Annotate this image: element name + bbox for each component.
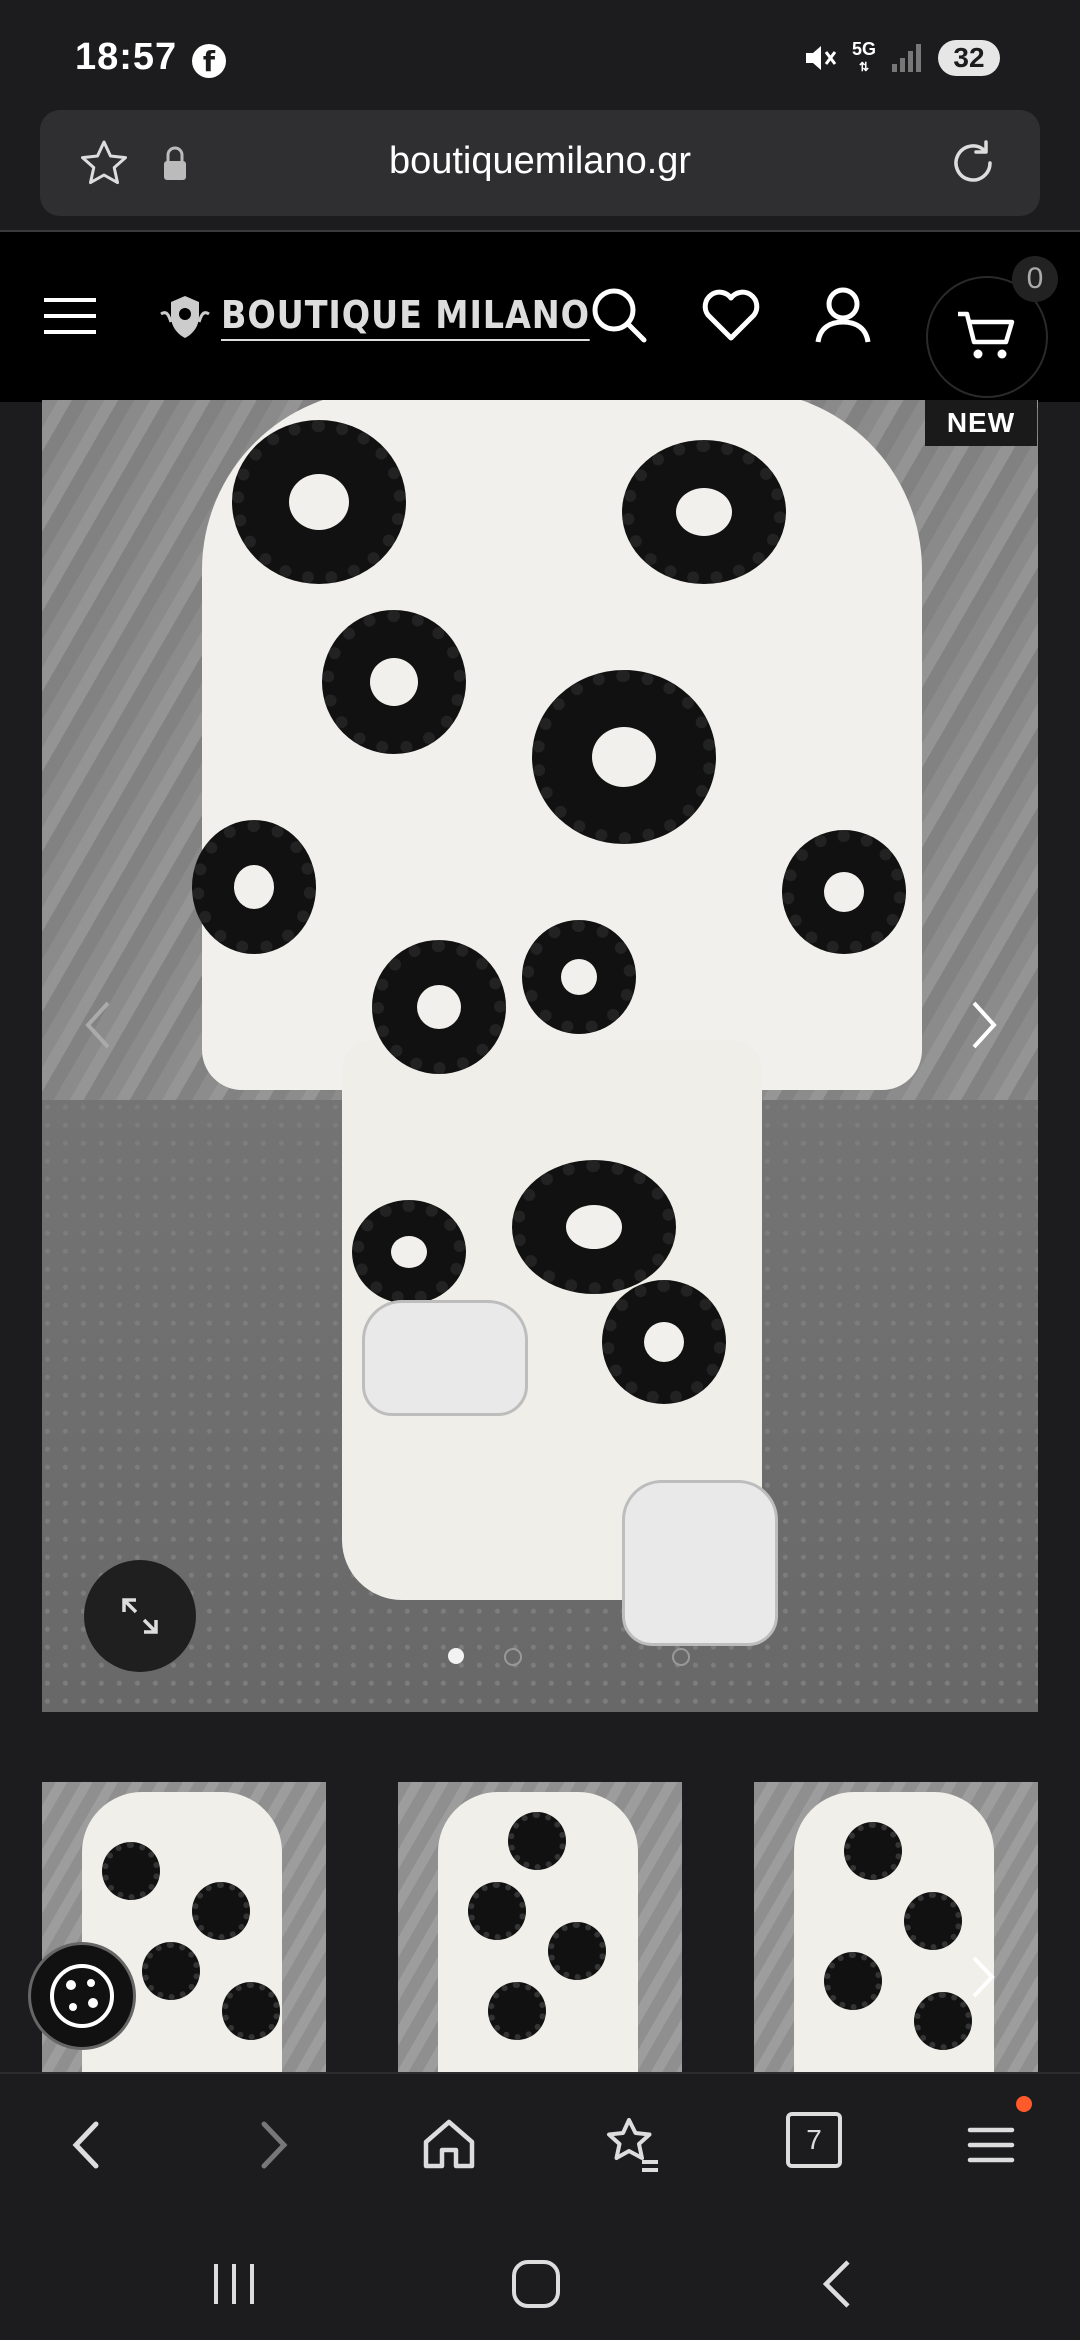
home-button-icon[interactable] [506, 2254, 566, 2314]
expand-icon [122, 1598, 158, 1634]
lock-icon [164, 146, 186, 180]
image-print [192, 820, 316, 954]
heart-icon[interactable] [700, 284, 762, 346]
image-shoe [362, 1300, 528, 1416]
mute-icon [805, 46, 837, 70]
thumbnail-3[interactable] [754, 1782, 1038, 2072]
thumbnail-print [222, 1982, 280, 2040]
chevron-left-icon[interactable] [78, 995, 118, 1055]
facebook-icon: f [192, 44, 226, 78]
image-print [512, 1160, 676, 1294]
recents-icon[interactable] [204, 2254, 264, 2314]
logo-crest-icon [160, 296, 210, 338]
image-print [232, 420, 406, 584]
battery-indicator: 32 [938, 40, 1000, 76]
back-icon[interactable] [54, 2110, 124, 2180]
image-print [352, 1200, 466, 1304]
url-text[interactable]: boutiquemilano.gr [190, 140, 890, 183]
bookmarks-icon[interactable] [596, 2110, 666, 2180]
thumbnail-print [548, 1922, 606, 1980]
image-print [522, 920, 636, 1034]
image-print [602, 1280, 726, 1404]
thumbnail-print [142, 1942, 200, 2000]
site-logo[interactable]: BOUTIQUE MILANO [155, 292, 640, 342]
forward-icon[interactable] [236, 2110, 306, 2180]
product-main-image[interactable] [42, 400, 1038, 1712]
chevron-right-icon[interactable] [964, 995, 1004, 1055]
reload-icon[interactable] [946, 136, 1000, 190]
thumbnail-print [488, 1982, 546, 2040]
menu-notification-dot [1016, 2096, 1032, 2112]
cart-icon [958, 311, 1015, 359]
image-print [782, 830, 906, 954]
thumbnail-strip [0, 1712, 1080, 2072]
thumbnail-print [824, 1952, 882, 2010]
logo-text: BOUTIQUE MILANO [221, 293, 590, 341]
site-header: BOUTIQUE MILANO 0 [0, 230, 1080, 402]
cookie-settings-button[interactable] [28, 1942, 136, 2050]
network-type: 5G ⇅ [851, 39, 876, 74]
slide-dot-active[interactable] [448, 1648, 464, 1664]
image-shoe [622, 1480, 778, 1646]
thumbnail-print [192, 1882, 250, 1940]
hamburger-icon[interactable] [44, 294, 96, 338]
search-icon[interactable] [588, 284, 650, 346]
thumbnail-print [468, 1882, 526, 1940]
chevron-right-icon[interactable] [968, 1952, 998, 2002]
status-time: 18:57 [75, 36, 178, 78]
slide-dot[interactable] [504, 1648, 522, 1666]
home-icon[interactable] [414, 2110, 484, 2180]
url-bar[interactable]: boutiquemilano.gr [40, 110, 1040, 216]
image-print [372, 940, 506, 1074]
browser-toolbar: 7 [0, 2072, 1080, 2214]
system-back-icon[interactable] [810, 2254, 870, 2314]
thumbnail-2[interactable] [398, 1782, 682, 2072]
cookie-icon [50, 1964, 114, 2028]
status-icons: 5G ⇅ 32 [802, 38, 1000, 78]
signal-icon [892, 44, 921, 72]
thumbnail-print [508, 1812, 566, 1870]
user-icon[interactable] [812, 284, 874, 346]
cart-count-badge: 0 [1012, 256, 1058, 302]
status-bar: 18:57 f 5G ⇅ 32 [0, 0, 1080, 110]
new-badge: NEW [925, 400, 1037, 446]
thumbnail-print [102, 1842, 160, 1900]
system-nav-bar [0, 2212, 1080, 2340]
star-icon[interactable] [78, 138, 130, 190]
slide-dot[interactable] [672, 1648, 690, 1666]
hamburger-menu-icon[interactable] [956, 2110, 1026, 2180]
thumbnail-print [904, 1892, 962, 1950]
expand-button[interactable] [84, 1560, 196, 1672]
image-print [532, 670, 716, 844]
thumbnail-print [844, 1822, 902, 1880]
tabs-icon[interactable]: 7 [786, 2112, 842, 2168]
thumbnail-print [914, 1992, 972, 2050]
image-print [322, 610, 466, 754]
image-print [622, 440, 786, 584]
